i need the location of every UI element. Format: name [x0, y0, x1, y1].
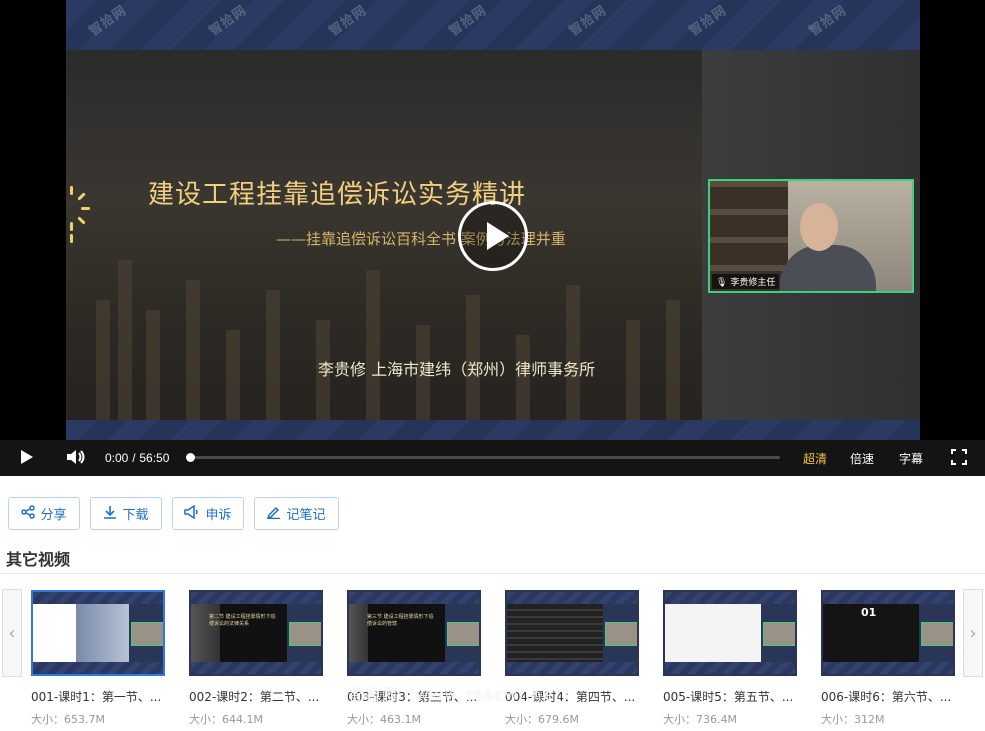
thumbnail-text: 第二节 建设工程挂靠情形下追偿诉讼的法律关系 — [209, 614, 276, 627]
volume-icon[interactable] — [66, 449, 86, 469]
speaker-camera: 🎙 李贵修主任 — [708, 179, 914, 293]
video-card-title[interactable]: 006-课时6：第六节、... — [821, 688, 955, 705]
video-thumbnail[interactable] — [31, 590, 165, 676]
video-card[interactable]: 第二节 建设工程挂靠情形下追偿诉讼的法律关系 002-课时2：第二节、... 大… — [189, 590, 325, 727]
video-card-size: 大小：312M — [821, 713, 885, 726]
other-videos-title: 其它视频 — [6, 550, 71, 569]
overlay-watermark: 智拾网（www.zsxcwl.net） — [348, 686, 580, 704]
appeal-label: 申诉 — [205, 508, 232, 523]
video-card[interactable]: 第三节 建设工程挂靠情形下追偿诉讼的管辖 003-课时3：第三节、... 大小：… — [347, 590, 483, 727]
progress-bar[interactable] — [186, 453, 780, 462]
take-notes-button[interactable]: 记笔记 — [254, 497, 339, 530]
duration: 56:50 — [139, 451, 170, 465]
share-button[interactable]: 分享 — [8, 497, 80, 530]
video-card-title[interactable]: 001-课时1：第一节、... — [31, 688, 165, 705]
carousel-next-button[interactable]: › — [963, 589, 983, 677]
megaphone-icon — [184, 504, 200, 523]
video-thumbnail[interactable]: 第三节 建设工程挂靠情形下追偿诉讼的管辖 — [347, 590, 481, 676]
download-icon — [103, 505, 117, 523]
slide-author: 李贵修 上海市建纬（郑州）律师事务所 — [318, 360, 596, 379]
chevron-left-icon: ‹ — [8, 622, 16, 644]
watermark-text: 智拾网 — [86, 2, 130, 40]
watermark-text: 智拾网 — [806, 2, 850, 40]
watermark-text: 智拾网 — [206, 2, 250, 40]
player-controls: 0:00 / 56:50 超清 倍速 字幕 — [0, 440, 985, 476]
watermark-band-bottom — [66, 420, 920, 440]
appeal-button[interactable]: 申诉 — [172, 497, 244, 530]
video-card-size: 大小：736.4M — [663, 713, 737, 726]
watermark-text: 智拾网 — [326, 2, 370, 40]
video-thumbnail[interactable]: 01 — [821, 590, 955, 676]
video-card[interactable]: 001-课时1：第一节、... 大小：653.7M — [31, 590, 167, 727]
watermark-text: 智拾网 — [446, 2, 490, 40]
slide-content: 建设工程挂靠追偿诉讼实务精讲 ——挂靠追偿诉讼百科全书 案例与法理并重 李贵修 … — [66, 50, 702, 420]
watermark-band-top: 智拾网 智拾网 智拾网 智拾网 智拾网 智拾网 智拾网 — [66, 0, 920, 50]
fullscreen-icon[interactable] — [951, 449, 967, 469]
video-card-size: 大小：644.1M — [189, 713, 263, 726]
speaker-body — [780, 245, 876, 291]
download-label: 下载 — [122, 508, 149, 523]
video-card-title[interactable]: 002-课时2：第二节、... — [189, 688, 323, 705]
share-label: 分享 — [40, 508, 67, 523]
share-icon — [21, 504, 36, 523]
watermark-text: 智拾网 — [566, 2, 610, 40]
take-notes-label: 记笔记 — [286, 508, 326, 523]
speaker-name: 李贵修主任 — [730, 278, 776, 288]
progress-handle[interactable] — [186, 453, 195, 462]
section-divider — [0, 573, 985, 574]
microphone-icon: 🎙 — [716, 278, 728, 288]
pen-icon — [267, 505, 281, 523]
video-card-size: 大小：653.7M — [31, 713, 105, 726]
video-thumbnail[interactable] — [663, 590, 797, 676]
quality-button[interactable]: 超清 — [803, 450, 827, 467]
video-card-size: 大小：463.1M — [347, 713, 421, 726]
slide-title: 建设工程挂靠追偿诉讼实务精讲 — [148, 180, 527, 210]
video-card-title[interactable]: 005-课时5：第五节、... — [663, 688, 797, 705]
watermark-text: 智拾网 — [686, 2, 730, 40]
video-player[interactable]: 智拾网 智拾网 智拾网 智拾网 智拾网 智拾网 智拾网 建设工程挂靠追偿诉讼实务… — [0, 0, 985, 476]
video-thumbnail[interactable] — [505, 590, 639, 676]
play-icon[interactable] — [20, 449, 34, 469]
time-display: 0:00 / 56:50 — [105, 451, 169, 465]
speaker-label: 🎙 李贵修主任 — [712, 274, 780, 289]
speed-button[interactable]: 倍速 — [850, 450, 874, 467]
speaker-head — [800, 203, 838, 251]
video-card[interactable]: 005-课时5：第五节、... 大小：736.4M — [663, 590, 799, 727]
download-button[interactable]: 下载 — [90, 497, 162, 530]
big-play-button[interactable] — [458, 201, 528, 271]
video-card-size: 大小：679.6M — [505, 713, 579, 726]
time-separator: / — [132, 451, 136, 465]
video-thumbnail[interactable]: 第二节 建设工程挂靠情形下追偿诉讼的法律关系 — [189, 590, 323, 676]
video-card[interactable]: 004-课时4：第四节、... 大小：679.6M — [505, 590, 641, 727]
current-time: 0:00 — [105, 451, 129, 465]
chevron-right-icon: › — [969, 622, 977, 644]
thumbnail-number: 01 — [861, 606, 877, 619]
video-card[interactable]: 01 006-课时6：第六节、... 大小：312M — [821, 590, 957, 727]
loading-spinner-icon — [60, 186, 98, 248]
thumbnail-text: 第三节 建设工程挂靠情形下追偿诉讼的管辖 — [367, 614, 434, 627]
subtitles-button[interactable]: 字幕 — [899, 450, 923, 467]
carousel-prev-button[interactable]: ‹ — [2, 589, 22, 677]
